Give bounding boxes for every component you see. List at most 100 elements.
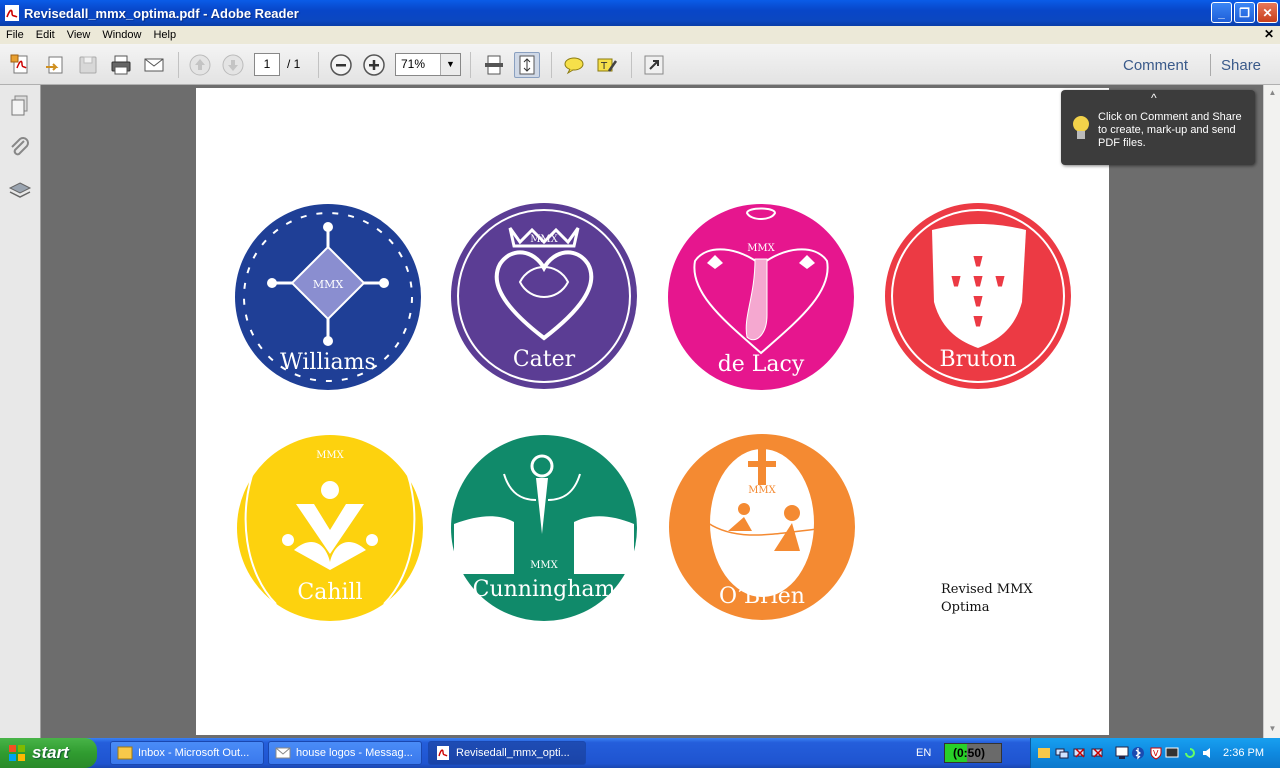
cater-badge: MMX Cater: [450, 202, 638, 390]
bluetooth-icon[interactable]: [1131, 746, 1145, 760]
sticky-note-icon[interactable]: [561, 52, 587, 78]
window-title: Revisedall_mmx_optima.pdf - Adobe Reader: [24, 5, 299, 21]
monitor-icon[interactable]: [1115, 746, 1129, 760]
page-number-input[interactable]: 1: [254, 53, 280, 76]
menu-file[interactable]: File: [0, 29, 30, 41]
chevron-down-icon[interactable]: ▼: [440, 54, 460, 75]
display-settings-icon[interactable]: [1165, 746, 1179, 760]
language-indicator[interactable]: EN: [916, 747, 931, 759]
meter-text: (0:50): [953, 746, 986, 760]
adobe-reader-icon: [5, 5, 19, 21]
battery-meter[interactable]: (0:50): [944, 743, 1002, 763]
cater-label: Cater: [512, 347, 576, 372]
williams-badge: MMX Williams: [234, 203, 422, 391]
network-disconnected-icon-2[interactable]: [1091, 746, 1105, 760]
network-icon[interactable]: [1055, 746, 1069, 760]
task-outlook-inbox[interactable]: Inbox - Microsoft Out...: [110, 741, 264, 765]
bruton-badge: MMX Bruton: [884, 202, 1072, 390]
svg-text:T: T: [600, 61, 608, 72]
comment-share-tooltip[interactable]: ^ Click on Comment and Share to create, …: [1061, 90, 1255, 165]
cunningham-badge: MMX Cunningham: [450, 434, 638, 622]
pages-icon[interactable]: [7, 93, 33, 119]
page-total: / 1: [287, 57, 301, 71]
taskbar: start Inbox - Microsoft Out... house log…: [0, 738, 1280, 768]
menu-view[interactable]: View: [61, 29, 97, 41]
menu-help[interactable]: Help: [147, 29, 182, 41]
cahill-mmx: MMX: [316, 450, 344, 461]
toolbar: 1 / 1 71% ▼ T Comment Share: [0, 44, 1280, 85]
de-lacy-mmx: MMX: [747, 243, 775, 254]
zoom-select[interactable]: 71% ▼: [395, 53, 461, 76]
navigation-panel: [0, 85, 41, 738]
cahill-label: Cahill: [297, 580, 363, 605]
windows-logo-icon: [9, 745, 25, 761]
document-close-button[interactable]: ✕: [1264, 27, 1274, 41]
zoom-out-icon[interactable]: [328, 52, 354, 78]
zoom-value: 71%: [401, 57, 426, 71]
share-button[interactable]: Share: [1221, 57, 1261, 74]
scroll-up-icon[interactable]: ▲: [1267, 88, 1278, 99]
create-pdf-icon[interactable]: [8, 52, 34, 78]
svg-text:V: V: [1153, 749, 1159, 758]
task-house-logos-message[interactable]: house logos - Messag...: [268, 741, 422, 765]
menu-edit[interactable]: Edit: [30, 29, 61, 41]
task-label: Revisedall_mmx_opti...: [456, 747, 570, 759]
layers-icon[interactable]: [7, 178, 33, 204]
cunningham-mmx: MMX: [530, 560, 558, 571]
minimize-button[interactable]: _: [1211, 2, 1232, 23]
system-clock[interactable]: 2:36 PM: [1223, 747, 1264, 759]
cunningham-label: Cunningham: [472, 577, 616, 602]
comment-button[interactable]: Comment: [1123, 57, 1188, 74]
cahill-badge: MMX Cahill: [236, 434, 424, 622]
system-tray: V 2:36 PM: [1030, 738, 1280, 768]
task-adobe-reader[interactable]: Revisedall_mmx_opti...: [428, 741, 586, 765]
highlight-text-icon[interactable]: T: [594, 52, 620, 78]
start-label: start: [32, 743, 69, 762]
collapse-tooltip-icon[interactable]: ^: [1151, 92, 1157, 105]
de-lacy-label: de Lacy: [717, 352, 805, 377]
scroll-mode-icon[interactable]: [481, 52, 507, 78]
tooltip-text: Click on Comment and Share to create, ma…: [1098, 111, 1242, 149]
menu-window[interactable]: Window: [96, 29, 147, 41]
revision-note: Revised MMX Optima: [941, 581, 1033, 617]
bruton-mmx: MMX: [964, 234, 992, 245]
attachments-icon[interactable]: [7, 135, 33, 161]
pdf-page: MMX Williams MMX Cater MMX de Lacy MMX B…: [196, 88, 1109, 735]
scroll-down-icon[interactable]: ▼: [1267, 724, 1278, 735]
print-icon[interactable]: [108, 52, 134, 78]
title-bar: Revisedall_mmx_optima.pdf - Adobe Reader…: [0, 0, 1280, 26]
outlook-tray-icon[interactable]: [1037, 746, 1051, 760]
start-button[interactable]: start: [0, 738, 97, 768]
williams-label: Williams: [280, 350, 376, 375]
antivirus-icon[interactable]: V: [1149, 746, 1163, 760]
de-lacy-badge: MMX de Lacy: [667, 203, 855, 391]
obrien-mmx: MMX: [748, 485, 776, 496]
williams-mmx: MMX: [313, 278, 344, 291]
adobe-reader-icon: [437, 746, 449, 760]
open-file-icon[interactable]: [42, 52, 68, 78]
outlook-icon: [117, 746, 133, 760]
fit-page-icon[interactable]: [514, 52, 540, 78]
vertical-scrollbar[interactable]: ▲ ▼: [1263, 85, 1280, 738]
next-page-icon[interactable]: [220, 52, 246, 78]
obrien-label: O’Brien: [719, 584, 805, 609]
revision-note-line2: Optima: [941, 600, 990, 615]
task-label: Inbox - Microsoft Out...: [138, 747, 250, 759]
close-button[interactable]: ✕: [1257, 2, 1278, 23]
full-screen-icon[interactable]: [641, 52, 667, 78]
volume-icon[interactable]: [1201, 746, 1215, 760]
obrien-badge: MMX O’Brien: [668, 433, 856, 621]
email-icon[interactable]: [141, 52, 167, 78]
task-label: house logos - Messag...: [296, 747, 413, 759]
menu-bar: File Edit View Window Help ✕: [0, 26, 1280, 44]
cater-mmx: MMX: [530, 234, 558, 245]
restore-button[interactable]: ❐: [1234, 2, 1255, 23]
save-icon[interactable]: [75, 52, 101, 78]
previous-page-icon[interactable]: [187, 52, 213, 78]
bruton-label: Bruton: [939, 347, 1017, 372]
lightbulb-icon: [1073, 116, 1089, 139]
network-disconnected-icon[interactable]: [1073, 746, 1087, 760]
zoom-in-icon[interactable]: [361, 52, 387, 78]
envelope-icon: [275, 747, 291, 759]
update-icon[interactable]: [1183, 746, 1197, 760]
